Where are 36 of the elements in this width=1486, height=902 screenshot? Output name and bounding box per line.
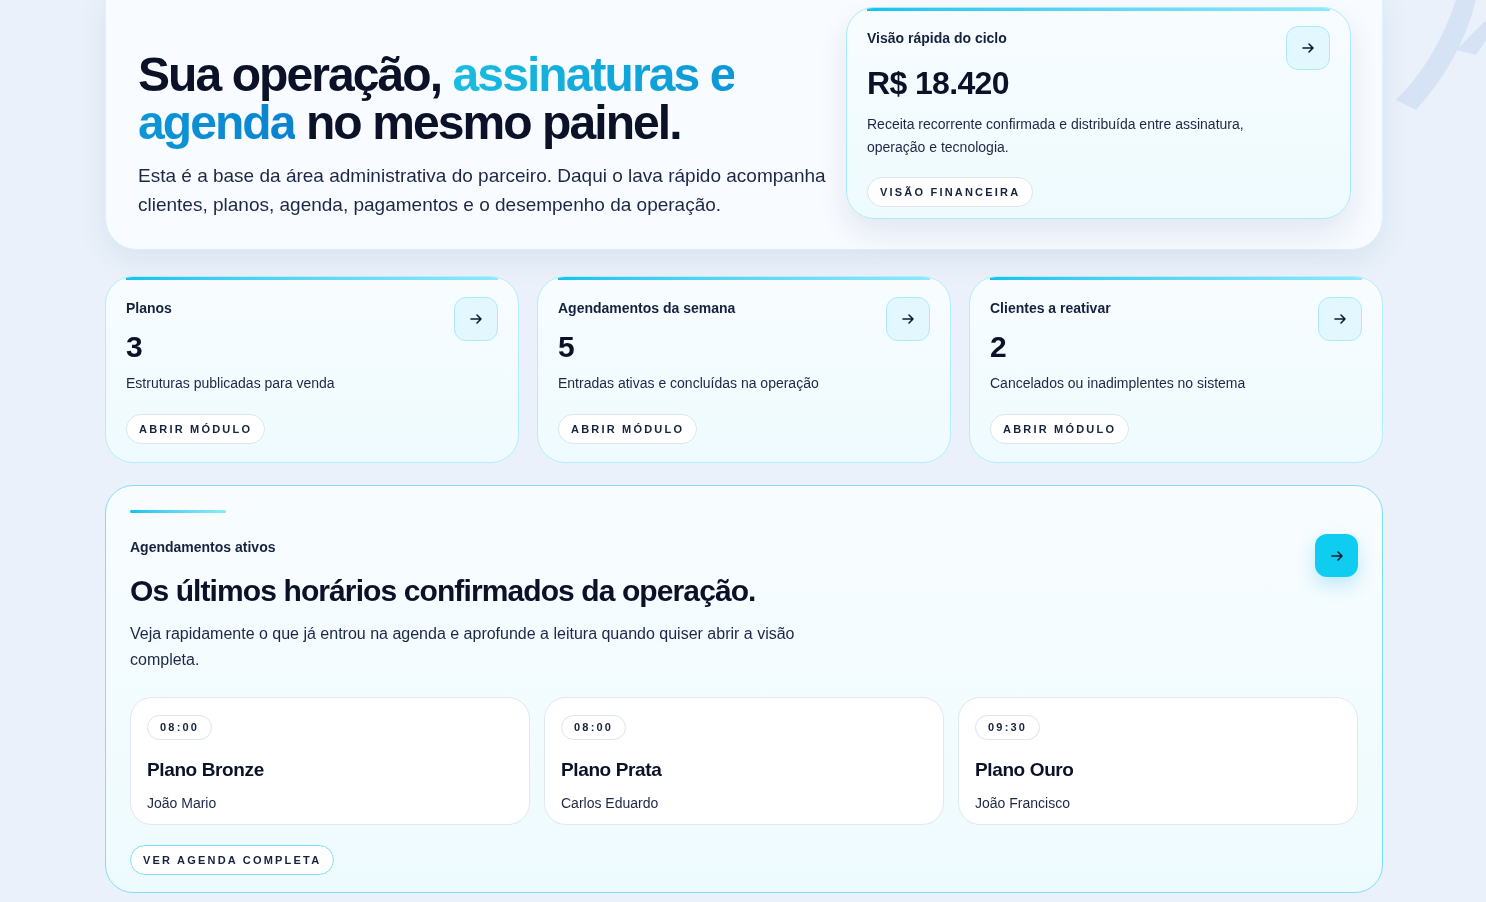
summary-description: Receita recorrente confirmada e distribuída entre assinatura, operação e tecnologia. xyxy=(867,115,1245,157)
hero-description: Esta é a base da área administrativa do parceiro. Daqui o lava rápido acompanha clientes, planos, agenda, pagamentos e o desempenho da operação. xyxy=(138,164,827,217)
stat-description: Cancelados ou inadimplentes no sistema xyxy=(990,374,1247,393)
stat-label: Agendamentos da semana xyxy=(558,299,736,318)
arrow-icon xyxy=(900,311,916,327)
stat-value: 5 xyxy=(558,329,576,365)
pill-button[interactable]: VER AGENDA COMPLETA xyxy=(130,845,335,875)
arrow-button[interactable] xyxy=(886,297,930,341)
arrow-icon xyxy=(468,311,484,327)
summary-value: R$ 18.420 xyxy=(867,64,1010,103)
pill-button[interactable]: ABRIR MÓDULO xyxy=(126,414,266,444)
appointments-title: Os últimos horários confirmados da operação. xyxy=(130,573,757,609)
stat-value: 3 xyxy=(126,329,144,365)
stat-description: Estruturas publicadas para venda xyxy=(126,374,336,393)
stat-label: Planos xyxy=(126,299,172,318)
pill-button[interactable]: ABRIR MÓDULO xyxy=(990,414,1130,444)
arrow-button[interactable] xyxy=(1318,297,1362,341)
pill-button[interactable]: ABRIR MÓDULO xyxy=(558,414,698,444)
stat-description: Entradas ativas e concluídas na operação xyxy=(558,374,820,393)
summary-label: Visão rápida do ciclo xyxy=(867,29,1007,48)
arrow-icon xyxy=(1332,311,1348,327)
appointments-description: Veja rapidamente o que já entrou na agenda e aprofunde a leitura quando quiser abrir a visão completa. xyxy=(130,624,796,670)
stat-value: 2 xyxy=(990,329,1008,365)
appointment-plan: Plano Prata xyxy=(561,758,663,782)
appointment-client: João Francisco xyxy=(975,793,1071,813)
arrow-button[interactable] xyxy=(1315,534,1358,577)
appointment-client: João Mario xyxy=(147,793,218,813)
arrow-button[interactable] xyxy=(454,297,498,341)
arrow-button[interactable] xyxy=(1286,26,1330,70)
appointments-eyebrow: Agendamentos ativos xyxy=(130,538,276,557)
appointment-plan: Plano Ouro xyxy=(975,758,1075,782)
appointment-plan: Plano Bronze xyxy=(147,758,265,782)
arrow-icon xyxy=(1300,40,1316,56)
stat-label: Clientes a reativar xyxy=(990,299,1111,318)
pill-button[interactable]: VISÃO FINANCEIRA xyxy=(867,177,1034,207)
appointment-client: Carlos Eduardo xyxy=(561,793,660,813)
